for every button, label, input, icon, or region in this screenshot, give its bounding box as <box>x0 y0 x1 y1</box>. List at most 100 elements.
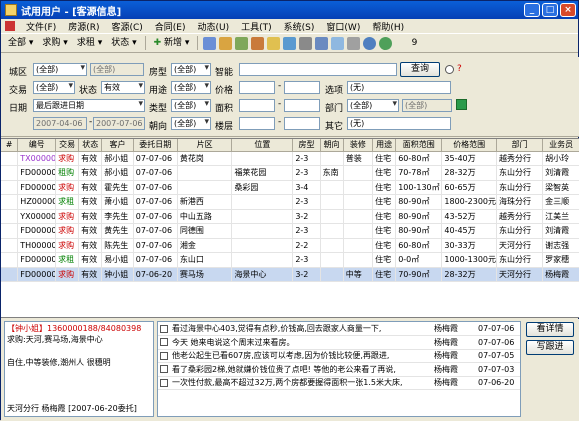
chart-tool-icon[interactable] <box>267 36 281 50</box>
write-followup-button[interactable]: 写跟进 <box>526 340 574 355</box>
menu-file[interactable]: 文件(F) <box>21 20 61 33</box>
followup-checkbox-cell[interactable] <box>158 322 170 336</box>
checkbox[interactable] <box>160 338 168 347</box>
date-from-input[interactable]: 2007-04-06 <box>33 117 87 130</box>
followup-row[interactable]: 今天 她来电说这个周末过来看房。 杨梅霞 07-07-06 <box>158 335 520 350</box>
col-header[interactable]: 业务员 <box>542 139 579 152</box>
table-row[interactable]: FD000005求租有效易小姐07-07-06东山口 2-3 住宅0-0㎡1000-… <box>1 252 579 268</box>
dept-subselect[interactable]: (全部) <box>402 99 452 112</box>
add-button[interactable]: ✚ 新增 ▾ <box>151 35 193 51</box>
area-to-input[interactable] <box>284 99 320 112</box>
table-row[interactable]: TH000001求购有效陈先生07-07-06湘金 2-2 住宅60-80㎡30-3… <box>1 238 579 253</box>
menu-customers[interactable]: 客源(C) <box>106 20 147 33</box>
col-header[interactable]: 装修 <box>343 139 374 152</box>
region-select[interactable]: (全部) <box>33 63 87 76</box>
title-bar[interactable]: 试用用户 - [客源信息] _ □ × <box>1 1 578 19</box>
table-tool-icon[interactable] <box>299 36 313 50</box>
close-button[interactable]: × <box>560 3 576 17</box>
forward-arrow-icon[interactable] <box>379 36 393 50</box>
help-icon[interactable]: ? <box>457 64 462 74</box>
grid-tool-icon[interactable] <box>315 36 329 50</box>
group-dropdown[interactable]: 求租 ▾ <box>74 35 105 51</box>
status-select[interactable]: 有效 <box>101 81 145 94</box>
followup-checkbox-cell[interactable] <box>158 376 170 390</box>
req-dropdown[interactable]: 求购 ▾ <box>39 35 70 51</box>
dept-select[interactable]: (全部) <box>347 99 399 112</box>
query-button[interactable]: 查询 <box>400 62 440 77</box>
date-type-select[interactable]: 最后跟进日期 <box>33 99 145 112</box>
col-header[interactable]: 用途 <box>372 139 397 152</box>
col-header[interactable]: 面积范围 <box>395 139 443 152</box>
price-from-input[interactable] <box>239 81 275 94</box>
status-dropdown[interactable]: 状态 ▾ <box>108 35 139 51</box>
house-type-select[interactable]: (全部) <box>171 63 211 76</box>
print-tool-icon[interactable] <box>347 36 361 50</box>
col-header[interactable]: 价格范围 <box>441 139 497 152</box>
followup-row[interactable]: 他老公起生已看607房,应该可以考虑,因为价钱比较便,再跟进, 杨梅霞 07-07-… <box>158 349 520 363</box>
option-radio[interactable] <box>445 65 454 74</box>
followup-row[interactable]: 一次性付款,最高不超过32万,两个房都要握得面积一张1.5米大床, 杨梅霞 07-0… <box>158 376 520 390</box>
menu-system[interactable]: 系统(S) <box>279 20 320 33</box>
all-dropdown[interactable]: 全部 ▾ <box>5 35 36 51</box>
customer-grid[interactable]: # 编号 交易 状态 客户 委托日期 片区 位置 房型 朝向 装修 用途 面积范… <box>1 138 579 318</box>
options-select[interactable]: (无) <box>347 81 451 94</box>
table-row[interactable]: FD000003租购有效郝小姐07-07-06 福莱花园2-3东南 住宅70-78㎡… <box>1 165 579 181</box>
col-header[interactable]: 朝向 <box>320 139 344 152</box>
col-header[interactable]: 编号 <box>17 139 57 152</box>
col-header[interactable]: 委托日期 <box>133 139 178 152</box>
use-select[interactable]: (全部) <box>171 81 211 94</box>
menu-help[interactable]: 帮助(H) <box>367 20 409 33</box>
minimize-button[interactable]: _ <box>524 3 540 17</box>
back-arrow-icon[interactable] <box>363 36 377 50</box>
followup-row[interactable]: 看了桑彩园2梯,她就嫌价钱位贵了点吧! 等他的老公来看了再说, 杨梅霞 07-07-… <box>158 362 520 377</box>
checkbox[interactable] <box>160 378 168 387</box>
followup-checkbox-cell[interactable] <box>158 335 170 350</box>
followup-row[interactable]: 看过海景中心403,觉得有点秒,价钱高,回去跟家人商量一下, 杨梅霞 07-07-0… <box>158 322 520 336</box>
table-row[interactable]: FD000001求购有效钟小姐07-06-20赛马场海景中心3-2 中等住宅70-… <box>1 267 579 282</box>
menu-houses[interactable]: 房源(R) <box>63 20 104 33</box>
col-header[interactable]: 客户 <box>101 139 134 152</box>
date-to-input[interactable]: 2007-07-06 <box>93 117 145 130</box>
maximize-button[interactable]: □ <box>542 3 558 17</box>
window-tool-icon[interactable] <box>331 36 345 50</box>
followup-list[interactable]: 看过海景中心403,觉得有点秒,价钱高,回去跟家人商量一下, 杨梅霞 07-07-0… <box>157 321 521 417</box>
type-select[interactable]: (全部) <box>171 99 211 112</box>
col-header[interactable]: 部门 <box>496 139 544 152</box>
table-row[interactable]: FD000002求购有效黄先生07-07-06同德围 2-3 住宅80-90㎡40-… <box>1 223 579 239</box>
checkbox[interactable] <box>160 365 168 374</box>
orient-select[interactable]: (全部) <box>171 117 211 130</box>
search-tool-icon[interactable] <box>203 36 217 50</box>
table-row[interactable]: YX000001求购有效李先生07-07-06中山五路 3-2 住宅80-90㎡43… <box>1 209 579 224</box>
col-header[interactable]: 位置 <box>231 139 294 152</box>
menu-tools[interactable]: 工具(T) <box>236 20 277 33</box>
other-select[interactable]: (无) <box>347 117 451 130</box>
user-tool-icon[interactable] <box>219 36 233 50</box>
area-from-input[interactable] <box>239 99 275 112</box>
region-subselect[interactable]: (全部) <box>90 63 144 76</box>
followup-checkbox-cell[interactable] <box>158 349 170 363</box>
menu-window[interactable]: 窗口(W) <box>321 20 365 33</box>
checkbox[interactable] <box>160 324 168 333</box>
view-details-button[interactable]: 看详情 <box>526 322 574 337</box>
col-header[interactable]: 交易 <box>55 139 80 152</box>
col-header[interactable]: 状态 <box>78 139 103 152</box>
floor-to-input[interactable] <box>284 117 320 130</box>
checkbox[interactable] <box>160 351 168 360</box>
calendar-tool-icon[interactable] <box>283 36 297 50</box>
trade-select[interactable]: (全部) <box>33 81 75 94</box>
col-header[interactable]: 房型 <box>292 139 321 152</box>
menu-dynamics[interactable]: 动态(U) <box>193 20 235 33</box>
folder-tool-icon[interactable] <box>251 36 265 50</box>
table-row[interactable]: HZ000001求租有效萧小姐07-07-06新港西 2-3 住宅80-90㎡180… <box>1 194 579 210</box>
smart-input[interactable] <box>239 63 397 76</box>
key-tool-icon[interactable] <box>235 36 249 50</box>
menu-contracts[interactable]: 合同(E) <box>150 20 191 33</box>
col-header[interactable]: # <box>1 139 19 152</box>
col-header[interactable]: 片区 <box>177 139 233 152</box>
table-row[interactable]: TX000002求购有效郝小姐07-07-06黄花岗 2-3 普装住宅60-80㎡3… <box>1 151 579 166</box>
table-row[interactable]: FD000004求购有效霍先生07-07-06 桑彩园3-4 住宅100-130㎡6… <box>1 180 579 195</box>
followup-checkbox-cell[interactable] <box>158 362 170 377</box>
floor-from-input[interactable] <box>239 117 275 130</box>
price-to-input[interactable] <box>284 81 320 94</box>
save-icon[interactable] <box>456 99 467 110</box>
